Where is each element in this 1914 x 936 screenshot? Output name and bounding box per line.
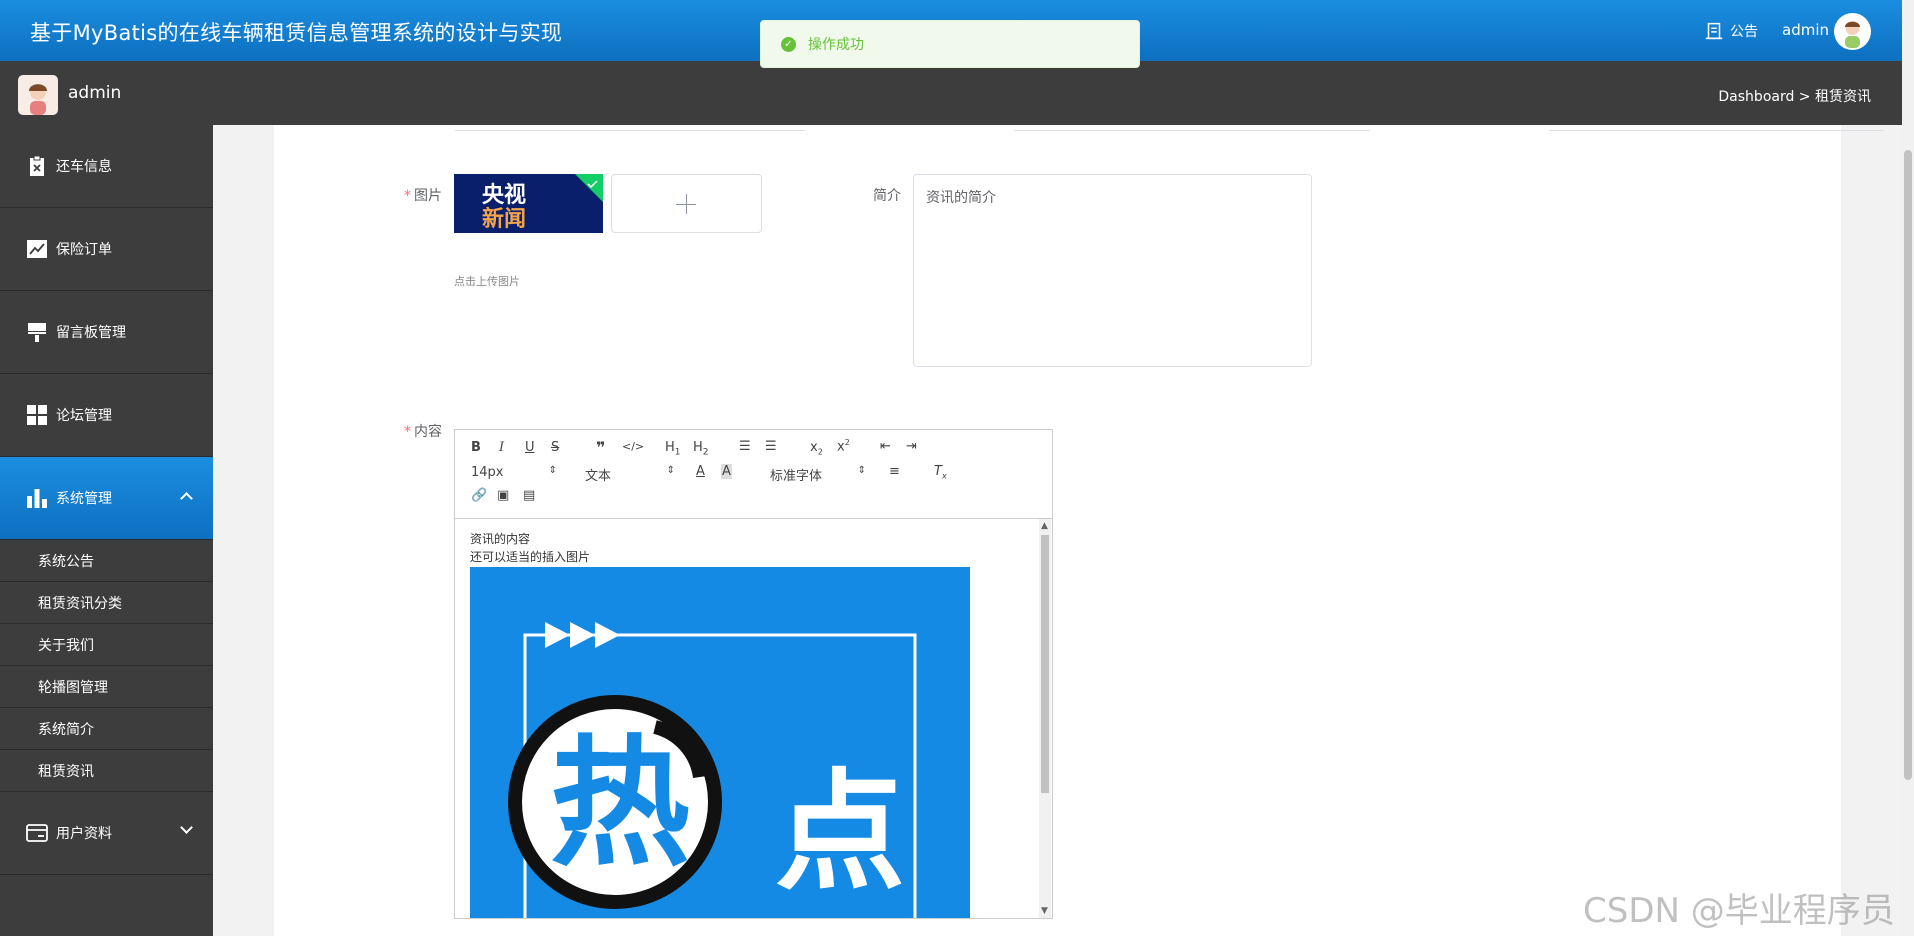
sidebar-item-messageboard[interactable]: 留言板管理 (0, 291, 213, 374)
watermark: CSDN @毕业程序员 (1583, 891, 1895, 931)
header-username[interactable]: admin (1782, 21, 1829, 39)
clipboard-x-icon (24, 154, 49, 179)
intro-label: 简介 (873, 188, 901, 204)
notice-label: 公告 (1730, 24, 1758, 40)
image-icon[interactable]: ▣ (497, 488, 509, 503)
video-icon[interactable]: ▤ (523, 488, 535, 503)
clear-format-icon[interactable]: Tx (934, 464, 947, 481)
grid-icon (24, 403, 49, 428)
sidebar-subitem-news[interactable]: 租赁资讯 (0, 750, 213, 792)
brush-icon (24, 320, 49, 345)
editor-content[interactable]: 资讯的内容 还可以适当的插入图片 热 点 ▲ ▼ (455, 519, 1052, 918)
notice-link[interactable]: 公告 (1703, 20, 1758, 42)
header2-button[interactable]: H2 (693, 440, 709, 458)
add-image-button[interactable] (611, 174, 762, 233)
sidebar-subitem-carousel[interactable]: 轮播图管理 (0, 666, 213, 708)
block-type-select[interactable]: 文本 ⇕ (585, 465, 675, 484)
thumb-text-top: 央视 (482, 182, 526, 208)
italic-button[interactable]: I (499, 440, 504, 455)
sidebar-item-label: 保险订单 (56, 242, 112, 258)
sidebar-item-label: 留言板管理 (56, 325, 126, 341)
outdent-icon[interactable]: ⇤ (880, 439, 891, 454)
header1-button[interactable]: H1 (665, 440, 681, 458)
sidebar-item-return[interactable]: 还车信息 (0, 125, 213, 208)
success-toast: ✓ 操作成功 (760, 20, 1140, 68)
sidebar-item-system[interactable]: 系统管理 (0, 457, 213, 540)
font-color-button[interactable]: A (696, 464, 705, 479)
sub-username: admin (68, 83, 122, 103)
intro-textarea[interactable] (913, 174, 1312, 367)
blockquote-button[interactable]: ❞ (596, 438, 605, 457)
content-label: * 内容 (404, 424, 442, 440)
chevron-down-icon (180, 821, 193, 834)
sidebar-item-forum[interactable]: 论坛管理 (0, 374, 213, 457)
editor-text: 资讯的内容 还可以适当的插入图片 (470, 532, 591, 564)
sidebar-subitem-notice[interactable]: 系统公告 (0, 540, 213, 582)
font-family-select[interactable]: 标准字体 ⇕ (770, 465, 866, 484)
align-icon[interactable]: ≡ (889, 464, 900, 479)
hot-glyph: 热 (550, 723, 690, 886)
breadcrumb[interactable]: Dashboard > 租赁资讯 (1718, 86, 1871, 106)
sidebar-item-label: 论坛管理 (56, 408, 112, 424)
check-circle-icon: ✓ (781, 36, 796, 52)
underline-button[interactable]: U (525, 440, 535, 455)
sidebar-subitem-news-category[interactable]: 租赁资讯分类 (0, 582, 213, 624)
point-glyph: 点 (775, 756, 905, 908)
subscript-button[interactable]: x2 (810, 440, 823, 457)
trend-chart-icon (24, 237, 49, 262)
sub-header: admin Dashboard > 租赁资讯 (0, 61, 1902, 125)
header-avatar[interactable] (1834, 13, 1871, 50)
strike-button[interactable]: S (551, 440, 559, 455)
link-icon[interactable]: 🔗 (471, 488, 487, 503)
user-avatar (18, 75, 58, 115)
page-scrollbar[interactable] (1902, 0, 1914, 936)
editor-scrollbar[interactable]: ▲ ▼ (1039, 519, 1051, 918)
sidebar-subitem-about[interactable]: 关于我们 (0, 624, 213, 666)
notice-icon (1705, 22, 1723, 40)
input-edge (1549, 125, 1884, 131)
card-icon (24, 821, 49, 846)
sidebar-subitem-intro[interactable]: 系统简介 (0, 708, 213, 750)
sidebar: 还车信息 保险订单 留言板管理 论坛管理 系统管理 系统公告 租赁资讯分类 关于… (0, 125, 213, 936)
font-size-select[interactable]: 14px ⇕ (471, 465, 557, 480)
indent-icon[interactable]: ⇥ (906, 439, 917, 454)
editor-toolbar: B I U S ❞ </> H1 H2 ☰ ☰ x2 x2 ⇤ ⇥ 14px ⇕ … (455, 430, 1052, 519)
app-title: 基于MyBatis的在线车辆租赁信息管理系统的设计与实现 (30, 21, 563, 45)
ordered-list-icon[interactable]: ☰ (739, 439, 751, 454)
sidebar-item-insurance[interactable]: 保险订单 (0, 208, 213, 291)
toast-message: 操作成功 (808, 37, 864, 53)
input-edge (1014, 125, 1370, 131)
input-edge (455, 125, 805, 131)
sidebar-item-profile[interactable]: 用户资料 (0, 792, 213, 875)
sidebar-item-label: 还车信息 (56, 159, 112, 175)
thumb-text-bottom: 新闻 (482, 206, 526, 232)
code-block-button[interactable]: </> (622, 440, 644, 453)
rich-text-editor: B I U S ❞ </> H1 H2 ☰ ☰ x2 x2 ⇤ ⇥ 14px ⇕ … (454, 429, 1053, 919)
upload-hint: 点击上传图片 (454, 275, 520, 288)
uploaded-thumbnail[interactable]: 央视 新闻 (454, 174, 603, 233)
image-label: * 图片 (404, 188, 442, 204)
bar-chart-icon (24, 486, 49, 511)
content-image: 热 点 (470, 567, 970, 918)
chevron-up-icon (180, 492, 193, 505)
superscript-button[interactable]: x2 (837, 438, 850, 454)
sidebar-item-label: 系统管理 (56, 491, 112, 507)
bold-button[interactable]: B (471, 440, 481, 455)
background-color-button[interactable]: A (721, 464, 732, 479)
bullet-list-icon[interactable]: ☰ (765, 439, 777, 454)
sidebar-item-label: 用户资料 (56, 826, 112, 842)
